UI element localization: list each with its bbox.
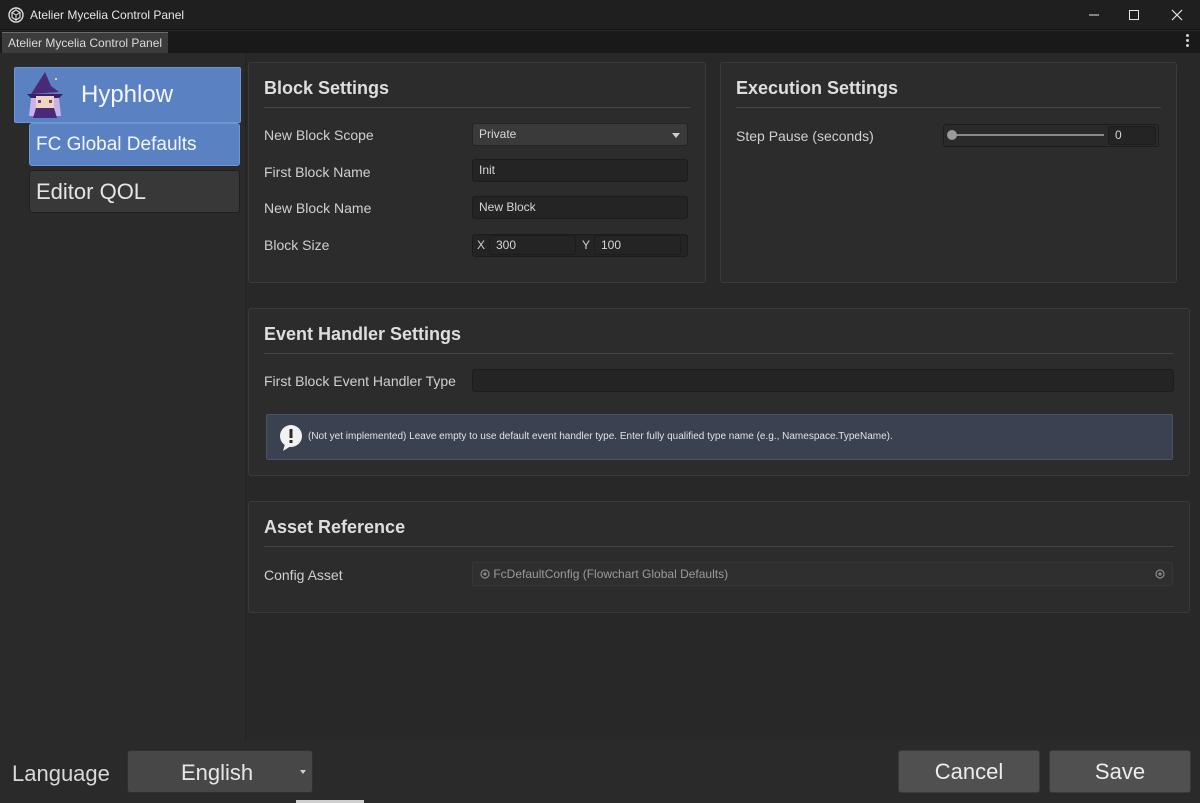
unity-logo-icon bbox=[8, 7, 24, 23]
chevron-down-icon bbox=[300, 770, 306, 774]
tab-control-panel[interactable]: Atelier Mycelia Control Panel bbox=[2, 32, 169, 53]
sidebar-root-label: Hyphlow bbox=[81, 81, 174, 108]
config-asset-label: Config Asset bbox=[264, 567, 343, 583]
maximize-button[interactable] bbox=[1111, 0, 1157, 30]
window-title: Atelier Mycelia Control Panel bbox=[30, 8, 185, 22]
event-handler-info-box: (Not yet implemented) Leave empty to use… bbox=[266, 414, 1173, 460]
execution-settings-title: Execution Settings bbox=[736, 78, 899, 98]
object-asset-icon bbox=[480, 569, 490, 579]
block-size-y-input[interactable]: 100 bbox=[594, 235, 681, 255]
event-handler-type-label: First Block Event Handler Type bbox=[264, 373, 456, 389]
new-block-name-label: New Block Name bbox=[264, 200, 372, 216]
step-pause-label: Step Pause (seconds) bbox=[736, 128, 874, 144]
step-pause-slider-track[interactable] bbox=[951, 134, 1104, 136]
wizard-avatar-icon bbox=[27, 72, 63, 118]
asset-reference-divider bbox=[264, 546, 1174, 547]
block-settings-title: Block Settings bbox=[264, 78, 390, 98]
chevron-down-icon bbox=[672, 133, 680, 138]
sidebar-item-hyphlow[interactable]: Hyphlow bbox=[14, 67, 241, 123]
step-pause-slider-handle[interactable] bbox=[947, 130, 957, 140]
tab-bar: Atelier Mycelia Control Panel bbox=[0, 31, 1200, 53]
first-block-name-label: First Block Name bbox=[264, 164, 371, 180]
execution-settings-divider bbox=[736, 107, 1161, 108]
new-block-name-input[interactable]: New Block bbox=[472, 196, 688, 219]
config-asset-value: FcDefaultConfig (Flowchart Global Defaul… bbox=[493, 567, 729, 581]
object-picker-icon[interactable] bbox=[1155, 569, 1165, 579]
block-settings-divider bbox=[264, 107, 690, 108]
new-block-scope-label: New Block Scope bbox=[264, 127, 374, 143]
cancel-button[interactable]: Cancel bbox=[898, 750, 1040, 793]
event-handler-info-text: (Not yet implemented) Leave empty to use… bbox=[308, 431, 893, 442]
step-pause-input[interactable]: 0 bbox=[1108, 126, 1156, 145]
event-handler-divider bbox=[264, 353, 1174, 354]
language-label: Language bbox=[12, 761, 110, 786]
block-size-x-label: X bbox=[477, 238, 486, 252]
maximize-icon bbox=[1129, 10, 1139, 20]
asset-reference-title: Asset Reference bbox=[264, 517, 406, 537]
asset-reference-panel: Asset Reference bbox=[248, 501, 1190, 613]
event-handler-title: Event Handler Settings bbox=[264, 324, 462, 344]
warning-icon bbox=[280, 425, 302, 451]
save-button[interactable]: Save bbox=[1049, 750, 1191, 793]
config-asset-field[interactable]: FcDefaultConfig (Flowchart Global Defaul… bbox=[472, 562, 1173, 586]
minimize-icon bbox=[1089, 14, 1099, 16]
footer-bar: Language English Cancel Save bbox=[0, 741, 1200, 803]
event-handler-type-input[interactable] bbox=[472, 369, 1174, 392]
close-window-button[interactable] bbox=[1154, 0, 1200, 30]
execution-settings-panel: Execution Settings bbox=[720, 62, 1177, 283]
new-block-scope-dropdown[interactable]: Private bbox=[472, 123, 688, 146]
block-size-y-label: Y bbox=[582, 238, 591, 252]
first-block-name-input[interactable]: Init bbox=[472, 159, 688, 182]
close-icon bbox=[1171, 9, 1183, 21]
block-size-label: Block Size bbox=[264, 237, 330, 253]
sidebar-item-editor-qol[interactable]: Editor QOL bbox=[29, 170, 240, 213]
window-titlebar: Atelier Mycelia Control Panel bbox=[0, 0, 1200, 30]
language-dropdown[interactable]: English bbox=[127, 750, 313, 793]
new-block-scope-value: Private bbox=[479, 127, 517, 141]
sidebar-item-fc-global-defaults[interactable]: FC Global Defaults bbox=[29, 123, 240, 166]
kebab-menu-icon[interactable] bbox=[1186, 34, 1190, 48]
block-size-x-input[interactable]: 300 bbox=[489, 235, 576, 255]
language-value: English bbox=[181, 760, 254, 785]
